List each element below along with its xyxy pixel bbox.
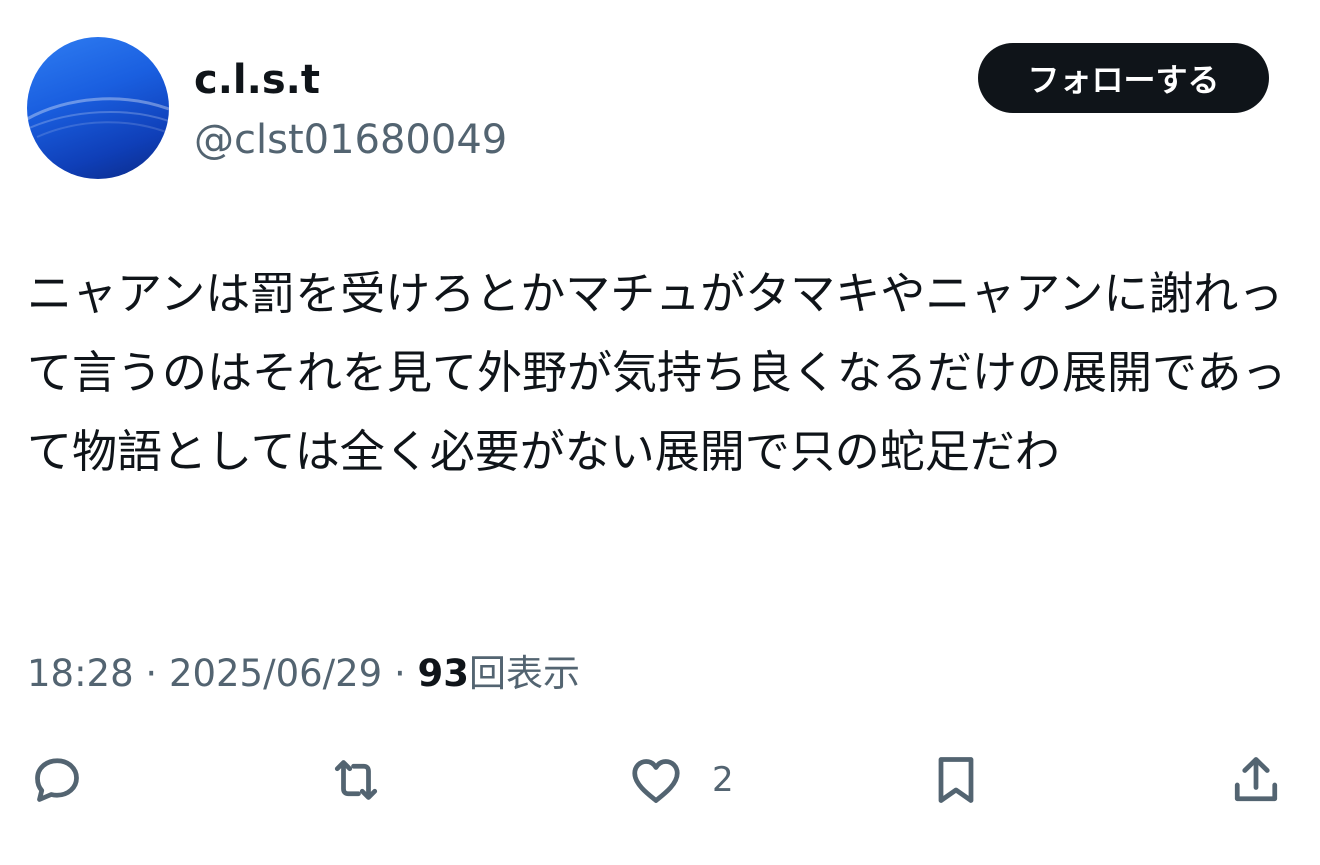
- avatar[interactable]: [27, 37, 169, 179]
- tweet-text: ニャアンは罰を受けろとかマチュがタマキやニャアンに謝れって言うのはそれを見て外野…: [27, 267, 1287, 478]
- heart-icon: [632, 759, 680, 803]
- like-count: 2: [712, 760, 734, 800]
- avatar-image: [27, 97, 169, 138]
- like-button[interactable]: 2: [626, 750, 734, 810]
- views-label: 回表示: [469, 652, 580, 695]
- user-handle[interactable]: @clst01680049: [194, 114, 507, 166]
- tweet-time[interactable]: 18:28: [27, 652, 134, 695]
- repost-icon: [334, 760, 378, 800]
- tweet-date[interactable]: 2025/06/29: [169, 652, 382, 695]
- follow-button[interactable]: フォローする: [978, 43, 1269, 113]
- bookmark-icon: [938, 757, 974, 803]
- reply-icon: [35, 758, 79, 802]
- reply-button[interactable]: [27, 750, 87, 810]
- meta-separator: ·: [145, 652, 158, 695]
- display-name[interactable]: c.l.s.t: [194, 54, 320, 106]
- bookmark-button[interactable]: [926, 750, 986, 810]
- views-count: 93: [417, 652, 470, 695]
- tweet-meta: 18:28 · 2025/06/29 · 93回表示: [27, 648, 580, 700]
- repost-button[interactable]: [326, 750, 386, 810]
- share-button[interactable]: [1226, 750, 1286, 810]
- meta-separator: ·: [393, 652, 406, 695]
- share-icon: [1234, 757, 1278, 802]
